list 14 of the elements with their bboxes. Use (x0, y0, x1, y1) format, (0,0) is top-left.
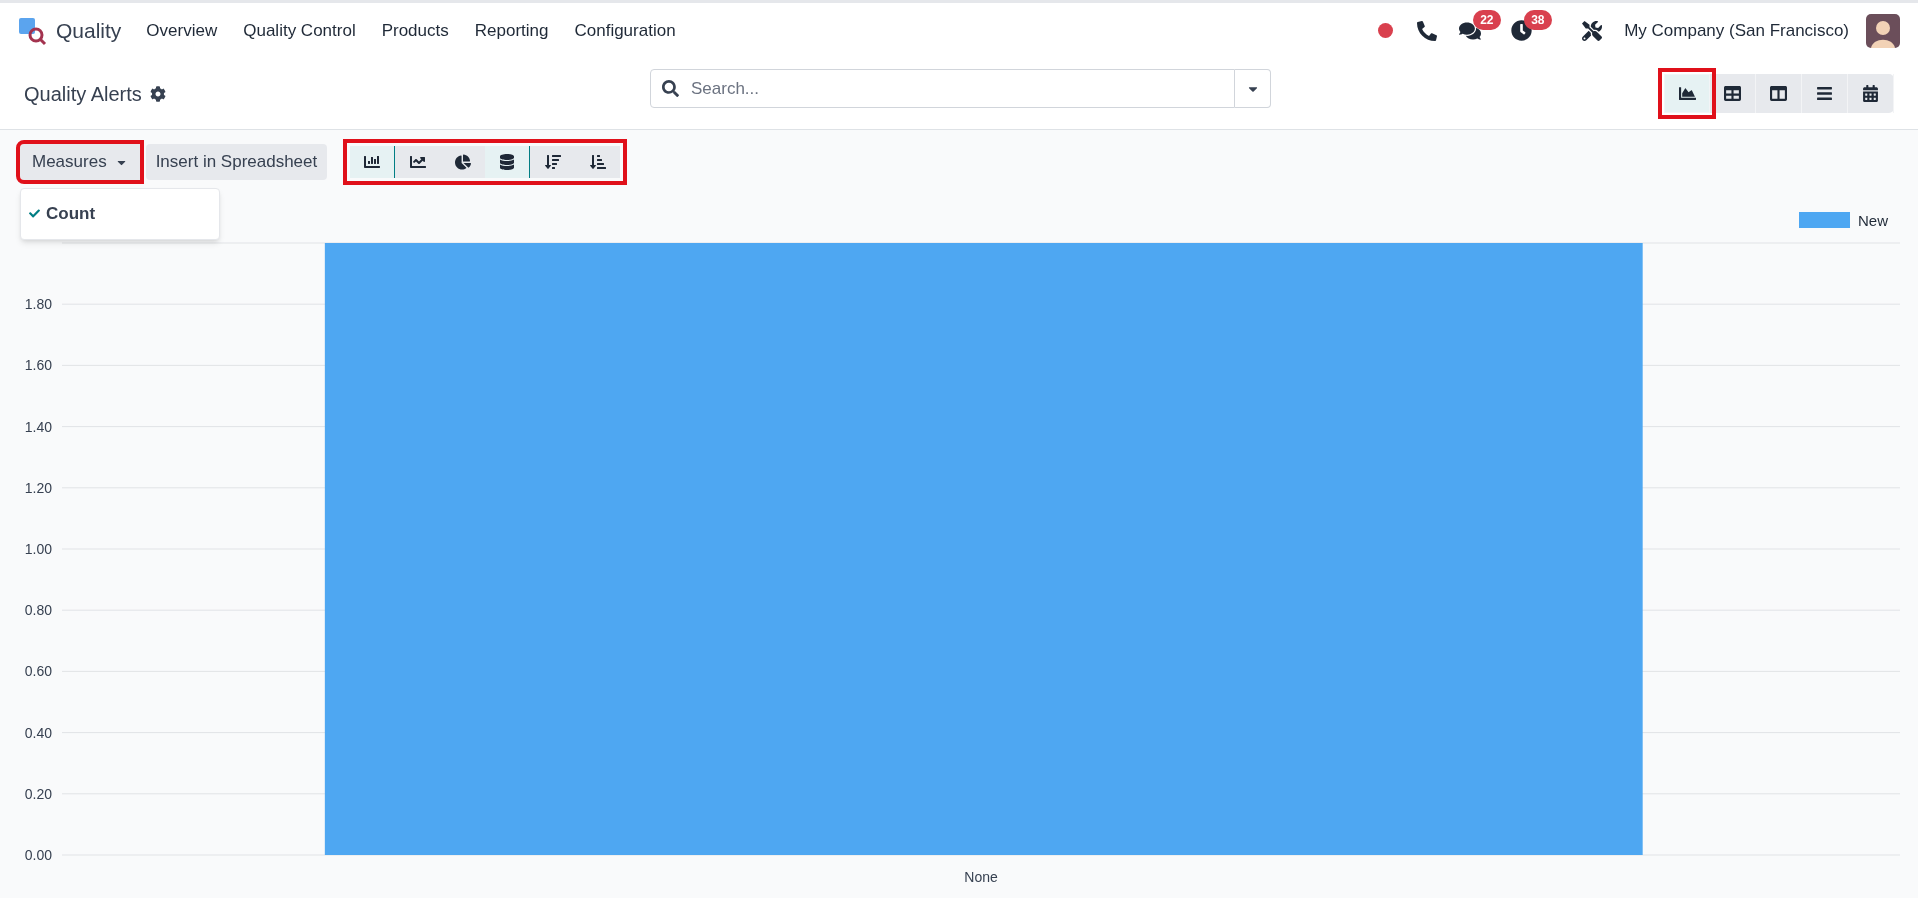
axis-tick-label: 0.80 (24, 602, 52, 619)
axis-tick-label: 1.80 (24, 296, 52, 313)
axis-tick-label: 0.00 (24, 847, 52, 863)
axis-tick-label: 0.40 (24, 724, 52, 741)
axis-tick-label: 1.40 (24, 418, 52, 435)
axis-tick-label: 0.20 (24, 785, 52, 802)
page-title: Quality Alerts (24, 81, 142, 107)
axis-tick-label: 1.60 (24, 357, 52, 374)
message-count-badge: 22 (1473, 9, 1501, 30)
axis-tick-label: 1.00 (24, 541, 52, 557)
category-label: None (964, 869, 998, 885)
activity-count-badge: 38 (1524, 10, 1552, 30)
axis-tick-label: 1.20 (24, 479, 52, 496)
axis-tick-label: 0.60 (24, 663, 52, 680)
